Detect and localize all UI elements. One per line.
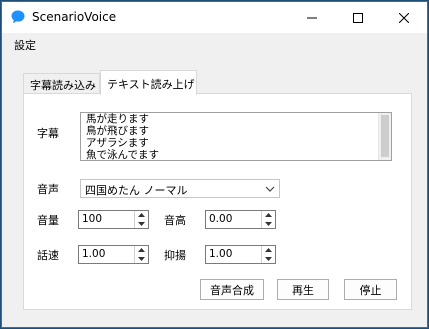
arrow-down-icon — [138, 257, 145, 261]
maximize-icon — [353, 12, 363, 23]
pitch-up-button[interactable] — [262, 211, 275, 219]
subtitle-label: 字幕 — [37, 127, 59, 140]
voice-label: 音声 — [37, 183, 59, 196]
chevron-down-icon — [265, 186, 275, 192]
speed-spin-buttons — [134, 246, 148, 263]
pitch-value[interactable]: 0.00 — [209, 213, 232, 225]
speech-bubble-icon — [11, 10, 25, 24]
stop-button[interactable]: 停止 — [344, 279, 397, 300]
speed-stepper[interactable]: 1.00 — [78, 245, 149, 264]
synthesize-button[interactable]: 音声合成 — [200, 279, 264, 300]
subtitle-textarea[interactable]: 馬が走ります 鳥が飛びます アザラシます 魚で泳んでます — [80, 112, 392, 161]
intonation-label: 抑揚 — [164, 249, 186, 262]
speed-label: 話速 — [37, 249, 59, 262]
close-icon — [399, 12, 409, 23]
intonation-down-button[interactable] — [262, 255, 275, 263]
maximize-button[interactable] — [335, 2, 381, 33]
volume-down-button[interactable] — [135, 220, 148, 228]
arrow-down-icon — [265, 257, 272, 261]
minimize-button[interactable] — [289, 2, 335, 33]
arrow-down-icon — [265, 222, 272, 226]
volume-label: 音量 — [37, 214, 59, 227]
subtitle-text[interactable]: 馬が走ります 鳥が飛びます アザラシます 魚で泳んでます — [86, 113, 376, 160]
pitch-label: 音高 — [164, 214, 186, 227]
volume-up-button[interactable] — [135, 211, 148, 219]
close-button[interactable] — [381, 2, 427, 33]
menu-settings[interactable]: 設定 — [14, 37, 36, 53]
speed-value[interactable]: 1.00 — [82, 248, 105, 260]
play-button[interactable]: 再生 — [277, 279, 329, 300]
menu-bar: 設定 — [2, 33, 427, 55]
minimize-icon — [307, 17, 317, 18]
app-window: ScenarioVoice 設定 字幕読み込み テキスト読み上げ 字幕 馬が走り… — [1, 1, 428, 328]
vertical-scrollbar[interactable] — [378, 113, 391, 160]
pitch-down-button[interactable] — [262, 220, 275, 228]
tab-subtitle-import[interactable]: 字幕読み込み — [23, 73, 100, 94]
arrow-up-icon — [265, 213, 272, 217]
speed-up-button[interactable] — [135, 246, 148, 254]
volume-stepper[interactable]: 100 — [78, 210, 149, 229]
tab-text-to-speech[interactable]: テキスト読み上げ — [100, 70, 197, 95]
arrow-up-icon — [138, 248, 145, 252]
title-bar[interactable]: ScenarioVoice — [2, 2, 427, 33]
window-title: ScenarioVoice — [32, 10, 117, 24]
pitch-spin-buttons — [261, 211, 275, 228]
intonation-spin-buttons — [261, 246, 275, 263]
intonation-stepper[interactable]: 1.00 — [205, 245, 276, 264]
arrow-up-icon — [265, 248, 272, 252]
arrow-up-icon — [138, 213, 145, 217]
speed-down-button[interactable] — [135, 255, 148, 263]
volume-spin-buttons — [134, 211, 148, 228]
voice-select[interactable]: 四国めたん ノーマル — [80, 179, 280, 198]
volume-value[interactable]: 100 — [82, 213, 102, 225]
scrollbar-thumb[interactable] — [381, 115, 389, 157]
arrow-down-icon — [138, 222, 145, 226]
pitch-stepper[interactable]: 0.00 — [205, 210, 276, 229]
intonation-value[interactable]: 1.00 — [209, 248, 232, 260]
voice-selected-value: 四国めたん ノーマル — [85, 184, 188, 197]
intonation-up-button[interactable] — [262, 246, 275, 254]
